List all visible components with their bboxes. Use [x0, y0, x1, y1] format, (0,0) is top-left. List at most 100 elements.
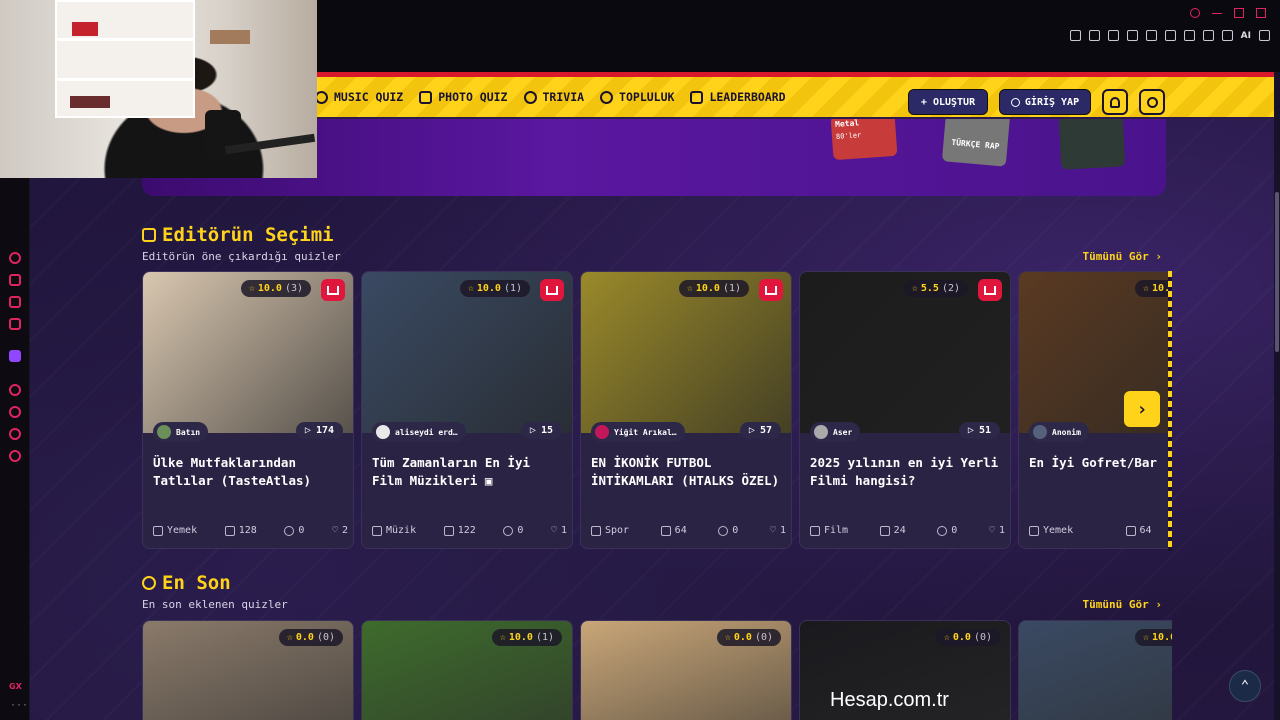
twitch-icon[interactable]	[9, 350, 21, 362]
avatar	[1033, 425, 1047, 439]
quiz-title[interactable]: Ülke Mutfaklarından Tatlılar (TasteAtlas…	[153, 454, 348, 490]
cube-icon[interactable]	[9, 428, 21, 440]
comment-icon	[503, 525, 514, 536]
quiz-title[interactable]: En İyi Gofret/Bar	[1029, 454, 1172, 472]
category-label: Yemek	[1043, 525, 1074, 536]
quiz-meta: Yemek 128 0 ♡ 2	[153, 525, 348, 536]
plays-badge: ▷ 174	[295, 422, 343, 439]
scrollbar[interactable]	[1274, 72, 1280, 720]
play-icon[interactable]	[1126, 30, 1138, 41]
quiz-title[interactable]: EN İKONİK FUTBOL İNTİKAMLARI (HTALKS ÖZE…	[591, 454, 786, 490]
close-icon[interactable]	[1256, 8, 1266, 18]
nav-trivia[interactable]: TRIVIA	[523, 90, 584, 104]
speed-dial-icon[interactable]	[9, 252, 21, 264]
cube-icon[interactable]	[1164, 30, 1176, 41]
download-icon[interactable]	[1221, 30, 1233, 41]
screenshot-icon[interactable]	[1088, 30, 1100, 41]
nav-label: MUSIC QUIZ	[334, 90, 404, 104]
minimize-icon[interactable]	[1212, 8, 1222, 14]
author-name: Batın	[176, 427, 201, 437]
quiz-card[interactable]: ☆ 10.0 (3) Batın ▷ 174 Ülke Mutfaklarından Tat…	[142, 271, 354, 549]
profile-icon[interactable]	[1202, 30, 1214, 41]
tag-icon	[1029, 525, 1039, 536]
question-count-value: 122	[457, 525, 476, 536]
quiz-meta: Film 24 0 ♡ 1	[810, 525, 1005, 536]
ai-button[interactable]: AI	[1241, 31, 1251, 41]
quiz-card[interactable]: ☆ 5.5 (2) Aser ▷ 51 2025 yılının en iyi Yerli …	[799, 271, 1011, 549]
shelf-divider	[55, 38, 195, 41]
shield-icon[interactable]	[1107, 30, 1119, 41]
shield-icon[interactable]	[9, 296, 21, 308]
rating-count: (1)	[535, 632, 554, 643]
nav-leaderboard[interactable]: LEADERBOARD	[690, 90, 786, 104]
restore-icon[interactable]	[1234, 8, 1244, 18]
layers-icon	[1125, 525, 1136, 536]
quiz-card[interactable]: ☆ 10.0 (1) aliseydi erd… ▷ 15 Tüm Zamanların E…	[361, 271, 573, 549]
heart-icon: ♡	[331, 525, 338, 536]
rating-value: 0.0	[295, 632, 314, 643]
heart-icon: ♡	[769, 525, 776, 536]
crown-icon	[984, 285, 996, 295]
play-icon: ▷	[304, 425, 311, 436]
category-tag: Film	[810, 525, 848, 536]
heart-icon[interactable]	[1145, 30, 1157, 41]
quiz-card[interactable]: ☆ 0.0 (0)	[580, 620, 792, 720]
like-count-value: 1	[998, 525, 1005, 536]
nav-music-quiz[interactable]: MUSIC QUIZ	[315, 90, 403, 104]
notifications-button[interactable]	[1102, 89, 1128, 115]
star-icon: ☆	[911, 283, 918, 294]
quiz-card[interactable]: ☆ 0.0 (0) Hesap.com.tr	[799, 620, 1011, 720]
like-count-value: 1	[779, 525, 786, 536]
extensions-icon[interactable]	[1183, 30, 1195, 41]
create-button[interactable]: + OLUŞTUR	[908, 89, 988, 115]
author-badge[interactable]: Anonim	[1029, 422, 1089, 442]
pin-icon[interactable]	[1069, 30, 1081, 41]
category-label: Müzik	[386, 525, 417, 536]
quiz-card[interactable]: ☆ 0.0 (0)	[142, 620, 354, 720]
crown-icon	[546, 285, 558, 295]
quiz-card[interactable]: ☆ 10.0 (1) Yiğit Arıkal… ▷ 57 EN İKONİK FUTBOL…	[580, 271, 792, 549]
category-tag: Yemek	[153, 525, 197, 536]
scroll-to-top-button[interactable]: ⌃	[1229, 670, 1261, 702]
like-count: ♡ 1	[770, 525, 786, 536]
menu-icon[interactable]	[1259, 30, 1270, 41]
scrollbar-thumb[interactable]	[1275, 192, 1279, 352]
settings-icon[interactable]	[9, 450, 21, 462]
bag-icon[interactable]	[9, 274, 21, 286]
rating-badge: ☆ 5.5 (2)	[903, 280, 968, 297]
comment-count: 0	[284, 525, 304, 536]
search-icon[interactable]	[1190, 8, 1200, 18]
see-all-link[interactable]: Tümünü Gör ›	[1083, 250, 1162, 263]
search-button[interactable]	[1139, 89, 1165, 115]
quiz-card[interactable]: ☆ 10.0 (1)	[361, 620, 573, 720]
author-badge[interactable]: Aser	[810, 422, 861, 442]
quiz-card[interactable]: ☆10.0	[1018, 620, 1172, 720]
avatar	[157, 425, 171, 439]
author-badge[interactable]: Yiğit Arıkal…	[591, 422, 685, 442]
login-button[interactable]: GİRİŞ YAP	[999, 89, 1091, 115]
nav-label: LEADERBOARD	[709, 90, 786, 104]
quiz-title[interactable]: 2025 yılının en iyi Yerli Filmi hangisi?	[810, 454, 1005, 490]
crown-icon	[327, 285, 339, 295]
rating-badge: ☆ 10.0 (1)	[459, 280, 530, 297]
play-icon[interactable]	[9, 384, 21, 396]
carousel-next-button[interactable]: ›	[1124, 391, 1160, 427]
nav-label: TOPLULUK	[619, 90, 675, 104]
clock-icon	[142, 576, 156, 590]
mail-icon[interactable]	[9, 318, 21, 330]
layers-icon	[879, 525, 890, 536]
quiz-title[interactable]: Tüm Zamanların En İyi Film Müzikleri ▣	[372, 454, 567, 490]
star-icon: ☆	[686, 283, 693, 294]
see-all-link[interactable]: Tümünü Gör ›	[1083, 598, 1162, 611]
login-label: GİRİŞ YAP	[1024, 96, 1080, 108]
nav-photo-quiz[interactable]: PHOTO QUIZ	[419, 90, 508, 104]
nav-topluluk[interactable]: TOPLULUK	[600, 90, 674, 104]
author-badge[interactable]: aliseydi erd…	[372, 422, 466, 442]
tag-icon	[810, 525, 820, 536]
more-icon[interactable]: ···	[10, 700, 28, 711]
clock-icon[interactable]	[9, 406, 21, 418]
question-count: 128	[224, 525, 257, 536]
comment-icon	[718, 525, 729, 536]
box-item	[72, 22, 98, 36]
author-badge[interactable]: Batın	[153, 422, 209, 442]
